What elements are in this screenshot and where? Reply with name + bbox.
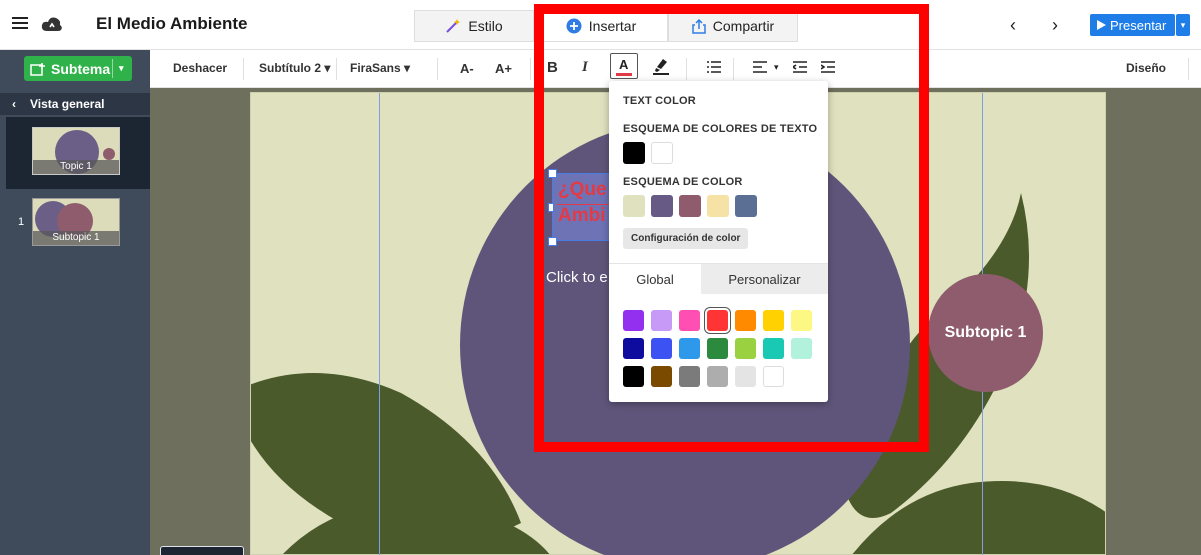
- bottom-panel-tab[interactable]: [160, 546, 244, 555]
- undo-button[interactable]: Deshacer: [173, 61, 227, 75]
- highlight-annotation-box: [534, 4, 929, 452]
- subtopic-label: Subtopic 1: [944, 324, 1027, 341]
- layout-guide-left: [379, 93, 380, 555]
- font-select[interactable]: FiraSans ▾: [350, 61, 410, 75]
- style-button-label: Estilo: [468, 18, 503, 34]
- add-topic-icon: [30, 62, 45, 76]
- previous-arrow-icon[interactable]: ‹: [1010, 15, 1016, 36]
- overview-label: Vista general: [30, 97, 105, 111]
- thumbnail-number: 1: [18, 216, 25, 228]
- topic-thumbnail-label: Topic 1: [33, 160, 119, 174]
- decrease-font-button[interactable]: A-: [460, 61, 474, 76]
- add-subtopic-button[interactable]: Subtema ▾: [24, 56, 132, 81]
- topic-thumbnail[interactable]: Topic 1: [32, 127, 120, 175]
- design-button[interactable]: Diseño: [1126, 61, 1166, 75]
- chevron-down-icon: ▾: [404, 61, 411, 75]
- cloud-icon: [41, 17, 62, 31]
- font-value: FiraSans: [350, 61, 401, 75]
- text-style-value: Subtítulo 2: [259, 61, 321, 75]
- text-style-select[interactable]: Subtítulo 2 ▾: [259, 61, 330, 75]
- style-button[interactable]: Estilo: [414, 10, 534, 42]
- present-button[interactable]: Presentar: [1090, 14, 1175, 36]
- next-arrow-icon[interactable]: ›: [1052, 15, 1058, 36]
- subtopic-thumbnail-label: Subtopic 1: [33, 231, 119, 245]
- magic-wand-icon: [446, 19, 461, 33]
- overview-nav[interactable]: ‹ Vista general: [0, 93, 150, 115]
- chevron-down-icon: ▾: [324, 61, 331, 75]
- app-title: El Medio Ambiente: [96, 14, 248, 33]
- subtopic-circle[interactable]: Subtopic 1: [928, 274, 1043, 392]
- back-chevron-icon: ‹: [12, 97, 16, 111]
- present-button-label: Presentar: [1110, 17, 1167, 33]
- add-subtopic-label: Subtema: [51, 60, 111, 77]
- subtopic-dropdown-caret-icon[interactable]: ▾: [119, 63, 124, 74]
- increase-font-button[interactable]: A+: [495, 61, 512, 76]
- present-dropdown-caret-icon[interactable]: ▾: [1176, 14, 1190, 36]
- play-icon: [1097, 20, 1106, 30]
- menu-icon[interactable]: [12, 14, 28, 34]
- subtopic-thumbnail[interactable]: Subtopic 1: [32, 198, 120, 246]
